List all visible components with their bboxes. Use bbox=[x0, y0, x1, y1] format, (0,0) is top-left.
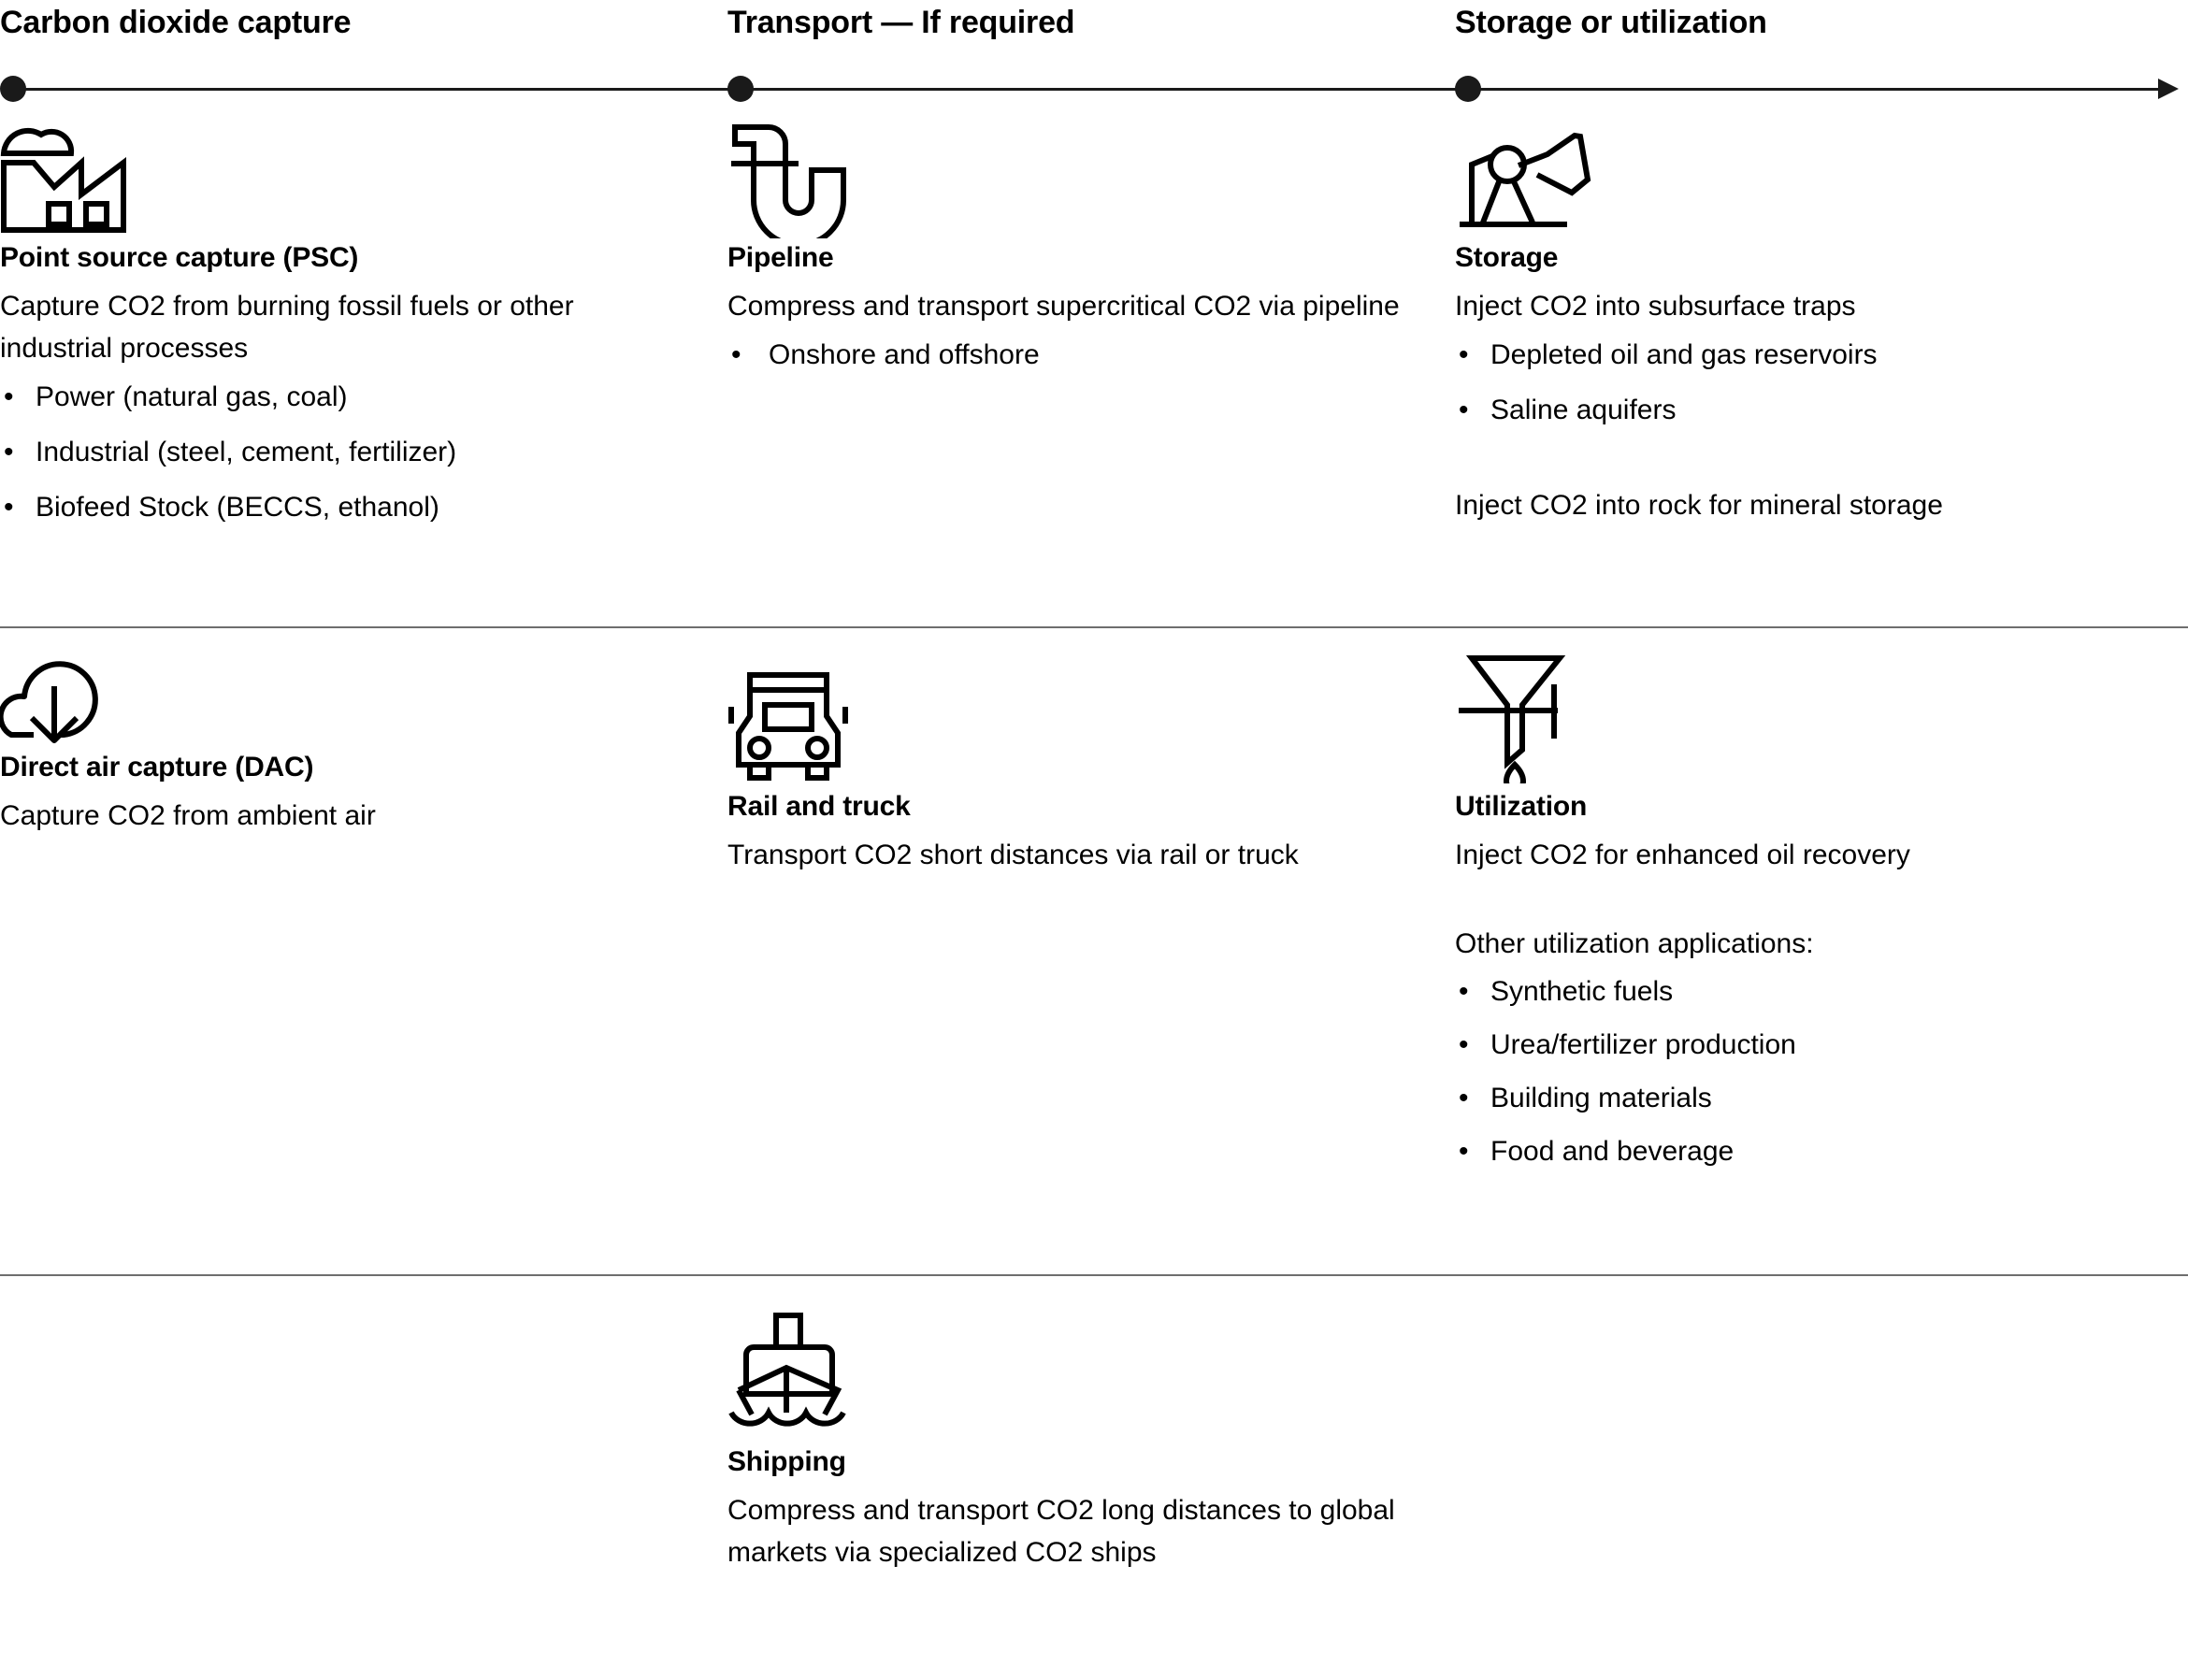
list-item: Biofeed Stock (BECCS, ethanol) bbox=[0, 480, 692, 535]
card-description: Capture CO2 from ambient air bbox=[0, 800, 376, 831]
card-shipping: Shipping Compress and transport CO2 long… bbox=[727, 1310, 1419, 1573]
grid-row-2: Direct air capture (DAC) Capture CO2 fro… bbox=[0, 628, 2188, 1276]
list-item: Synthetic fuels bbox=[1455, 965, 2188, 1018]
card-heading: Storage bbox=[1455, 242, 1559, 273]
card-description: Inject CO2 for enhanced oil recovery bbox=[1455, 840, 1910, 870]
card-heading: Rail and truck bbox=[727, 791, 911, 822]
list-item: Building materials bbox=[1455, 1071, 2188, 1125]
card-heading: Shipping bbox=[727, 1446, 846, 1477]
list-item: Depleted oil and gas reservoirs bbox=[1455, 327, 2188, 382]
stage-header-row: Carbon dioxide capture Transport — If re… bbox=[0, 0, 2188, 56]
card-secondary-description: Inject CO2 into rock for mineral storage bbox=[1455, 490, 1943, 521]
card-bullet-list: Synthetic fuels Urea/fertilizer producti… bbox=[1455, 965, 2188, 1178]
stage-title-storage: Storage or utilization bbox=[1455, 5, 1767, 40]
card-bullet-list: Onshore and offshore bbox=[727, 327, 1419, 382]
card-pipeline: Pipeline Compress and transport supercri… bbox=[727, 122, 1419, 382]
factory-icon bbox=[0, 122, 692, 238]
grid-row-1: Point source capture (PSC) Capture CO2 f… bbox=[0, 122, 2188, 628]
stage-title-capture: Carbon dioxide capture bbox=[0, 5, 352, 40]
card-heading: Direct air capture (DAC) bbox=[0, 752, 314, 783]
card-utilization: Utilization Inject CO2 for enhanced oil … bbox=[1455, 651, 2188, 1178]
card-heading: Utilization bbox=[1455, 791, 1588, 822]
card-heading: Pipeline bbox=[727, 242, 834, 273]
card-description: Compress and transport supercritical CO2… bbox=[727, 291, 1400, 322]
card-direct-air-capture: Direct air capture (DAC) Capture CO2 fro… bbox=[0, 653, 692, 837]
list-item: Industrial (steel, cement, fertilizer) bbox=[0, 424, 692, 480]
list-item: Urea/fertilizer production bbox=[1455, 1018, 2188, 1071]
list-item: Saline aquifers bbox=[1455, 382, 2188, 438]
card-point-source-capture: Point source capture (PSC) Capture CO2 f… bbox=[0, 122, 692, 535]
timeline-axis bbox=[0, 73, 2188, 110]
funnel-drop-icon bbox=[1455, 651, 2188, 787]
grid-row-3: Shipping Compress and transport CO2 long… bbox=[0, 1276, 2188, 1680]
timeline-arrowhead-icon bbox=[2158, 79, 2179, 99]
content-grid: Point source capture (PSC) Capture CO2 f… bbox=[0, 122, 2188, 1680]
list-item: Food and beverage bbox=[1455, 1125, 2188, 1178]
list-item: Onshore and offshore bbox=[727, 327, 1419, 382]
card-description: Compress and transport CO2 long distance… bbox=[727, 1495, 1395, 1568]
card-bullet-list: Power (natural gas, coal) Industrial (st… bbox=[0, 369, 692, 535]
timeline-node-storage bbox=[1455, 76, 1481, 102]
ccus-value-chain-diagram: Carbon dioxide capture Transport — If re… bbox=[0, 0, 2188, 1680]
ship-icon bbox=[727, 1310, 1419, 1443]
card-heading: Point source capture (PSC) bbox=[0, 242, 359, 273]
timeline-node-capture bbox=[0, 76, 26, 102]
list-item: Power (natural gas, coal) bbox=[0, 369, 692, 424]
truck-icon bbox=[727, 668, 1419, 787]
pipe-icon bbox=[727, 122, 1419, 238]
pumpjack-icon bbox=[1455, 122, 2188, 238]
stage-title-transport: Transport — If required bbox=[727, 5, 1075, 40]
card-secondary-description: Other utilization applications: bbox=[1455, 928, 1814, 959]
card-description: Inject CO2 into subsurface traps bbox=[1455, 291, 1856, 322]
card-description: Capture CO2 from burning fossil fuels or… bbox=[0, 291, 574, 364]
card-storage: Storage Inject CO2 into subsurface traps… bbox=[1455, 122, 2188, 526]
timeline-line bbox=[11, 88, 2162, 91]
card-bullet-list: Depleted oil and gas reservoirs Saline a… bbox=[1455, 327, 2188, 438]
cloud-down-arrow-icon bbox=[0, 653, 692, 748]
card-rail-and-truck: Rail and truck Transport CO2 short dista… bbox=[727, 668, 1419, 876]
timeline-node-transport bbox=[727, 76, 754, 102]
card-description: Transport CO2 short distances via rail o… bbox=[727, 840, 1299, 870]
